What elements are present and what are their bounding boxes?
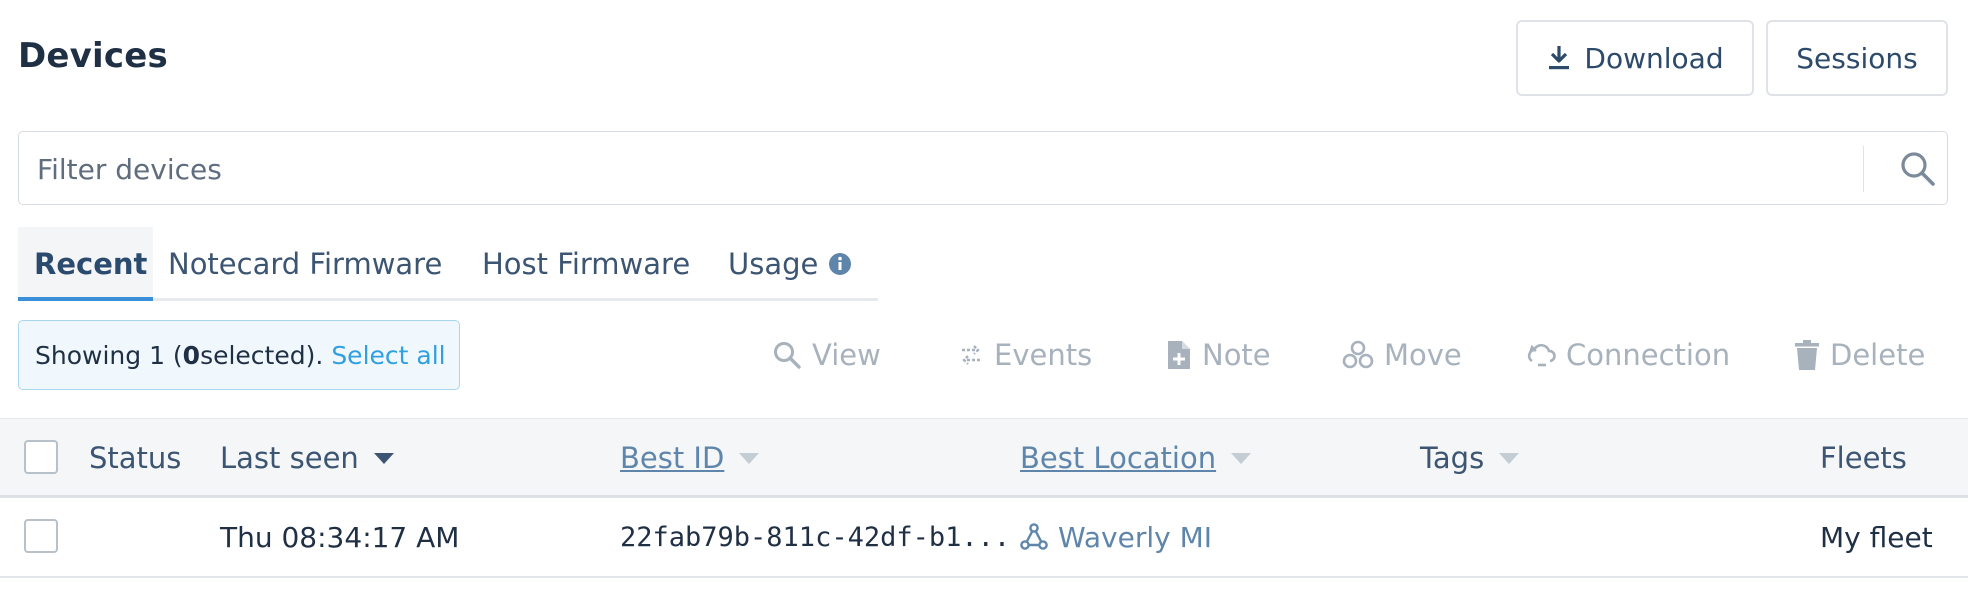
events-button[interactable]: Events [958, 332, 1092, 378]
tab-usage[interactable]: Usage [728, 227, 852, 301]
move-label: Move [1384, 338, 1462, 372]
note-label: Note [1202, 338, 1271, 372]
sessions-button[interactable]: Sessions [1766, 20, 1948, 96]
view-button[interactable]: View [772, 332, 881, 378]
column-best-location[interactable]: Best Location [1020, 419, 1252, 496]
tab-host-firmware-label: Host Firmware [482, 247, 691, 281]
select-all-link[interactable]: Select all [331, 341, 445, 370]
move-button[interactable]: Move [1342, 332, 1462, 378]
sort-desc-icon [373, 451, 395, 465]
selection-count: 0 [182, 340, 201, 370]
search-divider [1863, 146, 1864, 192]
selection-suffix: selected). [200, 340, 324, 370]
column-fleets[interactable]: Fleets [1820, 419, 1907, 496]
select-all-checkbox[interactable] [24, 440, 58, 474]
delete-button[interactable]: Delete [1794, 332, 1925, 378]
column-status-label: Status [89, 440, 182, 475]
cell-best-location-label: Waverly MI [1058, 520, 1213, 554]
table-row[interactable]: Thu 08:34:17 AM 22fab79b-811c-42df-b1...… [0, 498, 1968, 578]
hexagons-icon [1342, 340, 1374, 370]
selection-prefix: Showing 1 ( [35, 340, 183, 370]
column-fleets-label: Fleets [1820, 440, 1907, 475]
selection-info: Showing 1 (0 selected). Select all [18, 320, 460, 390]
column-tags-label: Tags [1420, 440, 1485, 475]
cell-fleets: My fleet [1820, 520, 1933, 554]
tab-notecard-firmware-label: Notecard Firmware [168, 247, 443, 281]
tab-usage-label: Usage [728, 247, 819, 281]
cloud-sync-icon [1526, 341, 1556, 369]
column-status[interactable]: Status [89, 419, 181, 496]
delete-label: Delete [1830, 338, 1926, 372]
download-icon [1546, 44, 1572, 72]
page-title: Devices [18, 36, 168, 76]
search-icon[interactable] [1899, 150, 1937, 188]
download-label: Download [1584, 41, 1724, 75]
sessions-label: Sessions [1796, 41, 1918, 75]
connection-button[interactable]: Connection [1526, 332, 1730, 378]
sort-icon [738, 451, 760, 465]
note-button[interactable]: Note [1166, 332, 1271, 378]
arrows-swap-icon [958, 342, 984, 368]
sort-icon [1230, 451, 1252, 465]
column-tags[interactable]: Tags [1420, 419, 1520, 496]
search-input[interactable] [35, 132, 1859, 206]
connection-label: Connection [1566, 338, 1731, 372]
magnifier-icon [772, 340, 802, 370]
table-header: Status Last seen Best ID Best Location T… [0, 418, 1968, 498]
cell-best-id: 22fab79b-811c-42df-b1... [620, 521, 1011, 553]
column-best-id[interactable]: Best ID [620, 419, 760, 496]
column-best-location-label: Best Location [1020, 440, 1217, 475]
column-best-id-label: Best ID [620, 440, 725, 475]
tab-bar: Recent Notecard Firmware Host Firmware U… [18, 227, 878, 301]
tab-recent[interactable]: Recent [18, 227, 153, 301]
tab-notecard-firmware[interactable]: Notecard Firmware [168, 227, 442, 301]
download-button[interactable]: Download [1516, 20, 1754, 96]
trash-icon [1794, 339, 1820, 371]
cell-last-seen: Thu 08:34:17 AM [220, 520, 460, 554]
column-last-seen-label: Last seen [220, 440, 359, 475]
tab-recent-label: Recent [34, 247, 148, 281]
cell-best-location[interactable]: Waverly MI [1020, 498, 1212, 576]
search-box [18, 131, 1948, 206]
events-label: Events [994, 338, 1093, 372]
triangulation-icon [1020, 523, 1048, 551]
tab-host-firmware[interactable]: Host Firmware [482, 227, 690, 301]
row-checkbox[interactable] [24, 519, 58, 553]
sort-icon [1498, 451, 1520, 465]
column-last-seen[interactable]: Last seen [220, 419, 395, 496]
note-add-icon [1166, 339, 1192, 371]
view-label: View [812, 338, 881, 372]
info-icon[interactable] [828, 252, 852, 276]
